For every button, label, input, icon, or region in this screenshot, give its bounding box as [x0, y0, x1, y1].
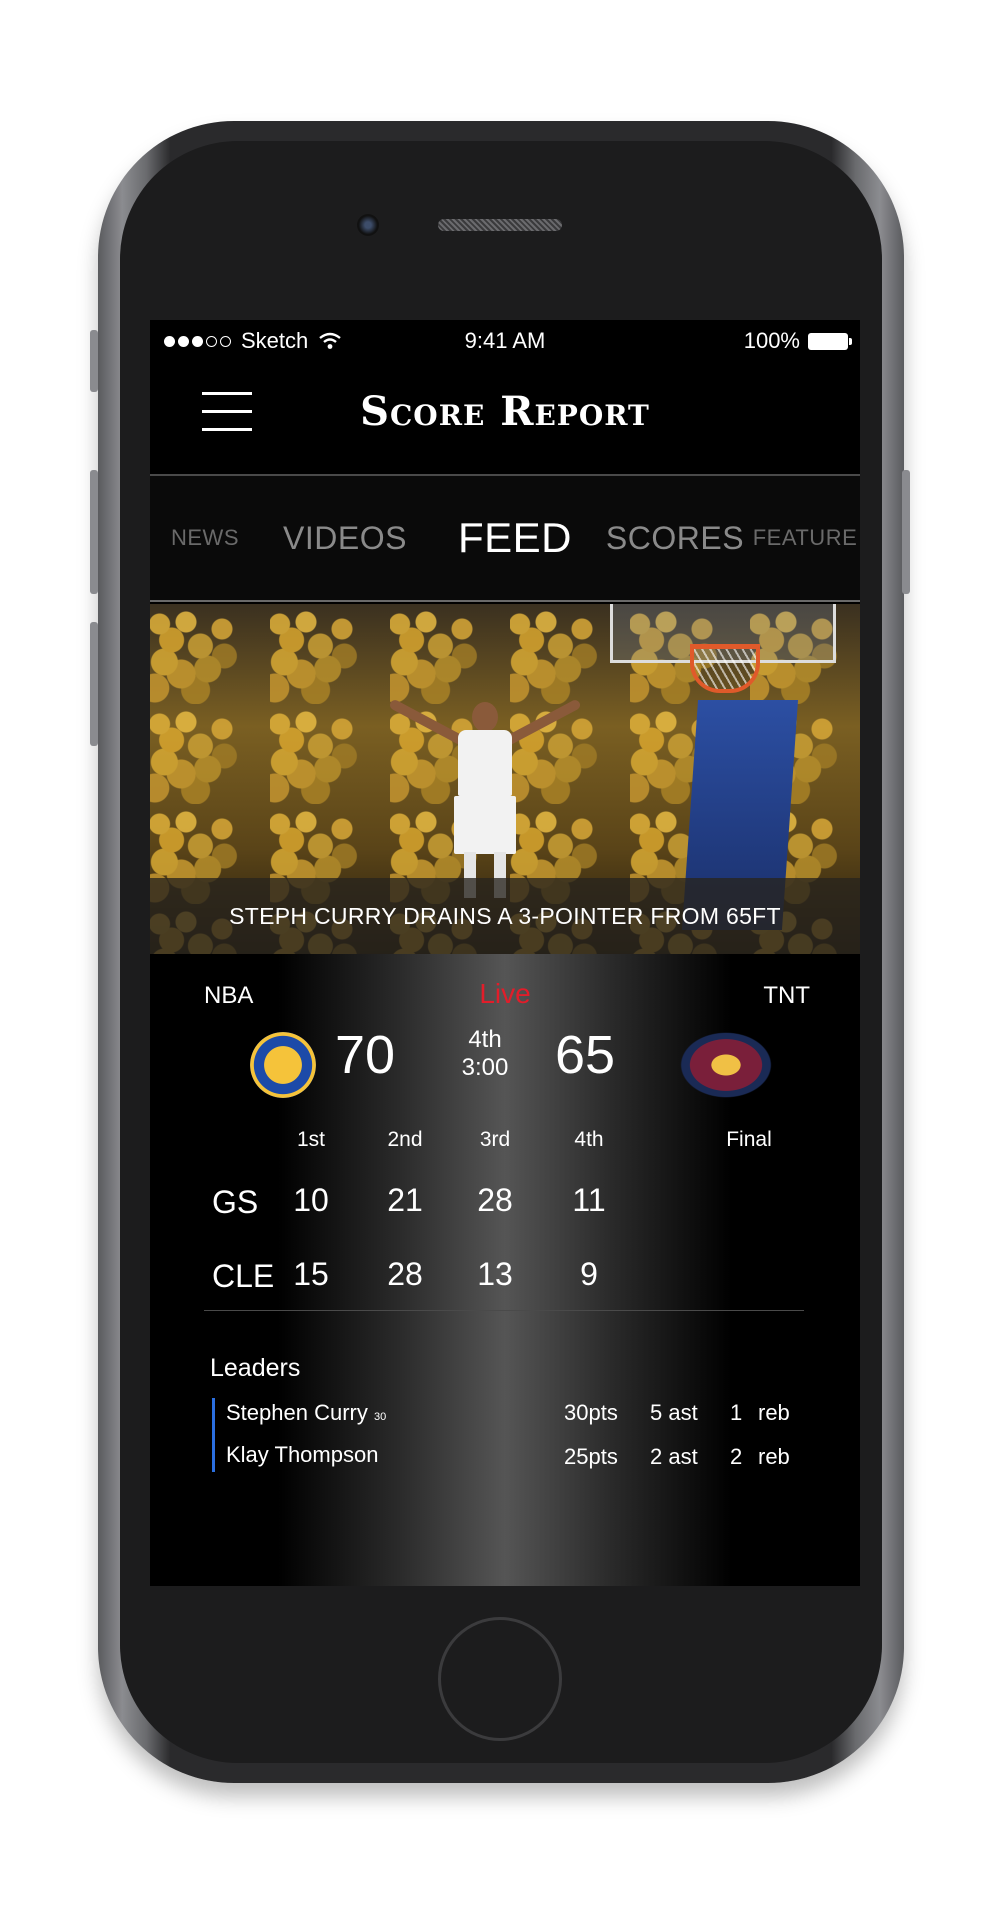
leader-name-text: Klay Thompson — [226, 1442, 379, 1467]
app-title: Score Report — [360, 388, 650, 435]
linescore-cell: 9 — [580, 1256, 598, 1292]
status-bar: Sketch 9:41 AM 100% — [150, 320, 860, 362]
leaders-title: Leaders — [210, 1354, 301, 1382]
hero-caption: STEPH CURRY DRAINS A 3-POINTER FROM 65FT — [150, 878, 860, 954]
volume-down-button — [90, 622, 98, 746]
scoreboard[interactable]: NBA Live TNT 70 4th 3:00 65 1st 2nd 3rd … — [150, 954, 860, 1586]
linescore-cell: 21 — [387, 1182, 423, 1218]
section-divider — [204, 1310, 804, 1311]
home-button[interactable] — [438, 1617, 562, 1741]
quarter-header-2: 2nd — [387, 1128, 423, 1151]
leader-assists: 5 ast — [650, 1400, 698, 1425]
linescore-cell: 15 — [293, 1256, 329, 1292]
hero-image[interactable]: STEPH CURRY DRAINS A 3-POINTER FROM 65FT — [150, 604, 860, 954]
quarter-header-final: Final — [726, 1128, 772, 1151]
leader-points: 25pts — [564, 1444, 618, 1469]
leader-rebounds-label: reb — [758, 1400, 790, 1425]
mute-switch — [90, 330, 98, 392]
linescore-cell: 28 — [387, 1256, 423, 1292]
tab-scores[interactable]: SCORES — [600, 476, 750, 600]
linescore-team-home: GS — [212, 1184, 259, 1220]
warriors-logo-icon — [250, 1032, 316, 1098]
app-screen: Sketch 9:41 AM 100% Score Report NEWS VI… — [150, 320, 860, 1586]
player-figure — [388, 698, 582, 900]
section-tabs: NEWS VIDEOS FEED SCORES FEATURE — [150, 476, 860, 602]
game-clock: 4th 3:00 — [440, 1026, 530, 1082]
tab-news[interactable]: NEWS — [150, 476, 260, 600]
clock-label: 3:00 — [461, 1054, 509, 1081]
earpiece-speaker — [438, 219, 562, 231]
volume-up-button — [90, 470, 98, 594]
leader-name[interactable]: Klay Thompson — [226, 1442, 378, 1468]
basketball-hoop-icon — [690, 644, 760, 693]
leader-rebounds-num: 1 — [730, 1400, 743, 1425]
leader-name-text: Stephen Curry — [226, 1400, 368, 1425]
tab-feature[interactable]: FEATURE — [750, 476, 860, 600]
leader-assists: 2 ast — [650, 1444, 698, 1469]
tab-videos[interactable]: VIDEOS — [260, 476, 430, 600]
front-camera-icon — [357, 214, 379, 236]
tab-feed[interactable]: FEED — [430, 476, 600, 600]
quarter-header-1: 1st — [296, 1128, 325, 1151]
power-button — [902, 470, 910, 594]
leader-rebounds-num: 2 — [730, 1444, 743, 1469]
linescore-team-away: CLE — [212, 1258, 275, 1294]
cavaliers-logo-icon — [680, 1032, 772, 1098]
jersey-number: 30 — [373, 1411, 387, 1423]
battery-icon — [808, 332, 852, 350]
linescore-cell: 11 — [572, 1182, 606, 1218]
network-label: TNT — [763, 982, 810, 1009]
battery-percent: 100% — [743, 328, 800, 353]
home-score: 70 — [334, 1025, 396, 1085]
leader-rebounds-label: reb — [758, 1444, 790, 1469]
quarter-header-4: 4th — [574, 1128, 604, 1151]
leader-points: 30pts — [564, 1400, 618, 1425]
leader-name[interactable]: Stephen Curry 30 — [226, 1400, 386, 1426]
live-indicator: Live — [479, 978, 531, 1009]
period-label: 4th — [468, 1026, 502, 1053]
leaders-accent-bar — [212, 1398, 215, 1472]
app-header: Score Report — [150, 362, 860, 476]
away-score: 65 — [554, 1025, 616, 1085]
linescore-cell: 10 — [293, 1182, 329, 1218]
quarter-header-3: 3rd — [479, 1128, 511, 1151]
linescore-cell: 13 — [477, 1256, 513, 1292]
linescore-cell: 28 — [477, 1182, 513, 1218]
